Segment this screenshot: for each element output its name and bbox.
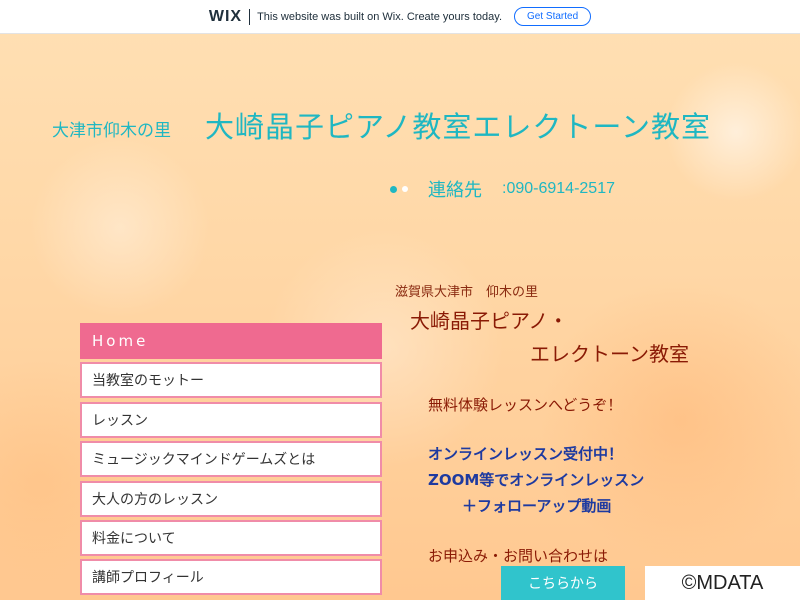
nav-item-music-mind-games[interactable]: ミュージックマインドゲームズとは — [80, 441, 382, 478]
wix-divider — [249, 8, 251, 25]
contact-line: 連絡先 :090-6914-2517 — [390, 176, 615, 202]
site-title[interactable]: 大崎晶子ピアノ教室エレクトーン教室 — [205, 104, 711, 146]
nav-item-home[interactable]: Home — [80, 323, 382, 359]
wix-banner-message: This website was built on Wix. Create yo… — [257, 10, 503, 23]
wix-logo[interactable]: WIX — [209, 8, 242, 26]
contact-label: 連絡先 — [428, 180, 482, 201]
online-lesson-line3: ＋フォローアップ動画 — [462, 497, 612, 515]
intro-name-line1: 大崎晶子ピアノ・ — [410, 309, 569, 333]
online-lesson-line2: ZOOM等でオンラインレッスン — [428, 471, 645, 489]
nav-item-adult-lessons[interactable]: 大人の方のレッスン — [80, 480, 382, 517]
bullet-dot-icon — [402, 186, 408, 192]
region-title: 大津市仰木の里 — [52, 121, 171, 141]
online-lesson-line1: オンラインレッスン受付中！ — [428, 445, 624, 463]
bullet-dot-icon — [390, 185, 397, 193]
side-navigation: Home 当教室のモットー レッスン ミュージックマインドゲームズとは 大人の方… — [80, 323, 382, 599]
watermark: ©MDATA — [645, 566, 800, 600]
nav-item-fees[interactable]: 料金について — [80, 519, 382, 556]
get-started-button[interactable]: Get Started — [514, 7, 592, 26]
intro-name-line2: エレクトーン教室 — [530, 342, 689, 366]
apply-text: お申込み・お問い合わせは — [428, 547, 609, 565]
phone-number[interactable]: :090-6914-2517 — [502, 180, 615, 198]
nav-item-instructor-profile[interactable]: 講師プロフィール — [80, 559, 382, 596]
intro-location: 滋賀県大津市 仰木の里 — [395, 285, 539, 300]
contact-here-button[interactable]: こちらから — [501, 566, 625, 600]
nav-item-lessons[interactable]: レッスン — [80, 401, 382, 438]
nav-item-motto[interactable]: 当教室のモットー — [80, 362, 382, 399]
wix-banner: WIX This website was built on Wix. Creat… — [0, 0, 800, 34]
trial-lesson-text: 無料体験レッスンへどうぞ！ — [428, 396, 623, 414]
